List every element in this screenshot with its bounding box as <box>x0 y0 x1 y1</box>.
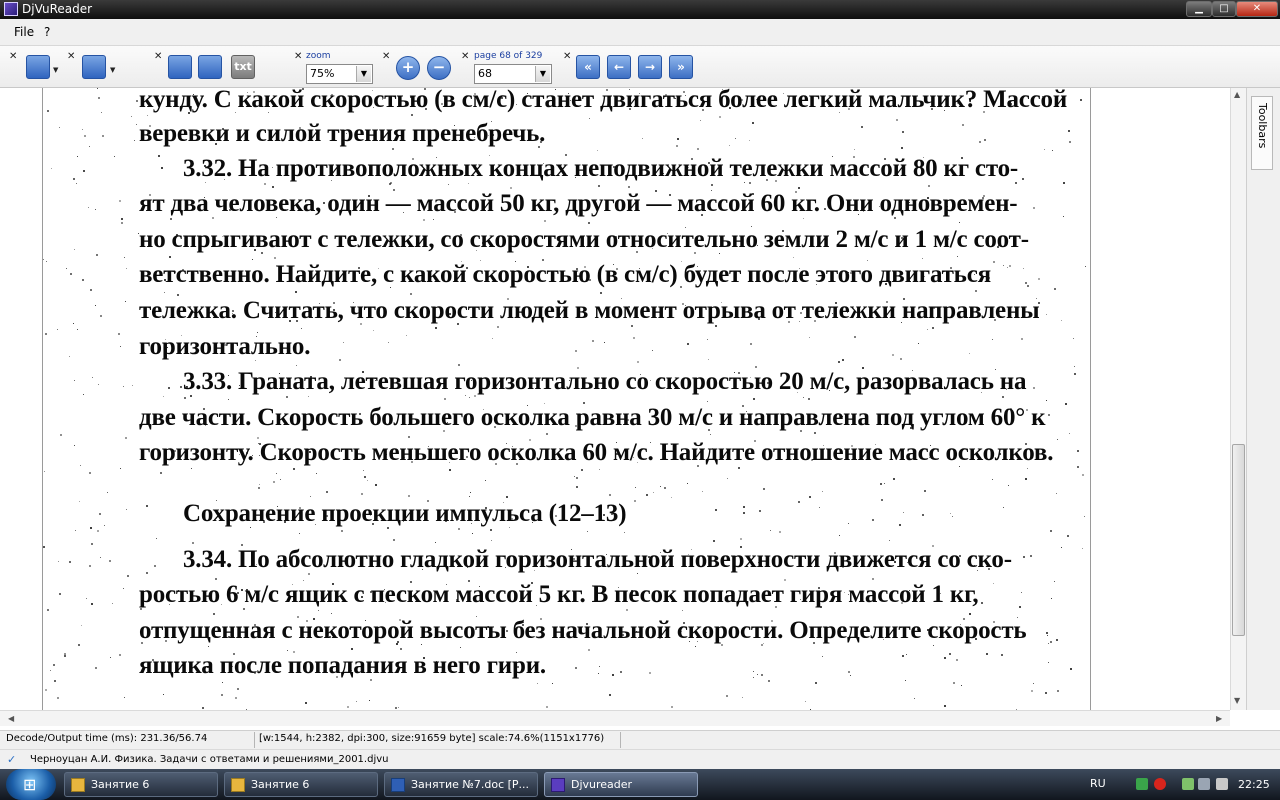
folder-icon <box>231 778 245 792</box>
toolbar-close-icon[interactable]: ✕ <box>154 51 162 62</box>
status-divider <box>254 732 255 748</box>
toolbar-close-icon[interactable]: ✕ <box>461 51 469 62</box>
network-tray-icon[interactable] <box>1136 778 1148 790</box>
taskbar-item[interactable]: Занятие 6 <box>64 772 218 797</box>
menu-bar: File ? <box>0 19 1280 46</box>
taskbar-item-label: Занятие №7.doc [Р... <box>411 778 530 791</box>
window-titlebar: DjVuReader ▁ □ ✕ <box>0 0 1280 19</box>
scroll-up-icon[interactable]: ▲ <box>1234 90 1240 99</box>
file-name[interactable]: Черноуцан А.И. Физика. Задачи с ответами… <box>30 754 388 765</box>
page-border-right <box>1090 88 1091 710</box>
taskbar: ⊞ Занятие 6 Занятие 6 Занятие №7.doc [Р.… <box>0 769 1280 800</box>
toolbar: ✕ ▼ ✕ ▼ ✕ txt ✕ zoom 75% ▼ ✕ + − ✕ page … <box>0 46 1280 88</box>
language-indicator[interactable]: RU <box>1090 777 1106 790</box>
chevron-down-icon[interactable]: ▼ <box>356 66 371 82</box>
page-select[interactable]: 68 ▼ <box>474 64 552 84</box>
toolbar-close-icon[interactable]: ✕ <box>563 51 571 62</box>
djvu-app-icon <box>4 2 18 16</box>
decode-time: Decode/Output time (ms): 231.36/56.74 <box>6 733 208 744</box>
toolbars-tab[interactable]: Toolbars <box>1251 96 1273 170</box>
side-panel: Toolbars <box>1246 88 1280 710</box>
toolbar-close-icon[interactable]: ✕ <box>294 51 302 62</box>
start-button[interactable]: ⊞ <box>6 769 56 800</box>
page-view-icon[interactable] <box>82 55 106 79</box>
section-heading: Сохранение проекции импульса (12–13) <box>183 500 627 527</box>
toolbar-close-icon[interactable]: ✕ <box>9 51 17 62</box>
system-tray: RU 22:25 <box>1080 769 1280 800</box>
battery-tray-icon[interactable] <box>1182 778 1194 790</box>
scroll-right-icon[interactable]: ▶ <box>1216 714 1222 723</box>
toolbar-close-icon[interactable]: ✕ <box>382 51 390 62</box>
text-mode-button[interactable]: txt <box>231 55 255 79</box>
document-viewport[interactable]: кунду. С какой скоростью (в см/с) станет… <box>0 88 1246 710</box>
select-area-icon[interactable] <box>168 55 192 79</box>
close-button[interactable]: ✕ <box>1236 1 1278 17</box>
menu-file[interactable]: File <box>14 25 34 39</box>
opera-tray-icon[interactable] <box>1154 778 1166 790</box>
taskbar-item-active[interactable]: Djvureader <box>544 772 698 797</box>
folder-icon <box>71 778 85 792</box>
text-line: ветственно. Найдите, с какой скоростью (… <box>139 261 991 288</box>
first-page-icon[interactable]: « <box>576 55 600 79</box>
text-line: но спрыгивают с тележки, со скоростями о… <box>139 226 1029 253</box>
file-bar: ✓ Черноуцан А.И. Физика. Задачи с ответа… <box>0 749 1280 769</box>
window-title: DjVuReader <box>22 2 93 16</box>
document-page: кунду. С какой скоростью (в см/с) станет… <box>43 88 1090 710</box>
text-line: ящика после попадания в него гири. <box>139 652 546 679</box>
chevron-down-icon[interactable]: ▼ <box>535 66 550 82</box>
text-line: веревки и силой трения пренебречь. <box>139 120 546 147</box>
zoom-in-icon[interactable]: + <box>396 56 420 80</box>
taskbar-item[interactable]: Занятие №7.doc [Р... <box>384 772 538 797</box>
zoom-select[interactable]: 75% ▼ <box>306 64 373 84</box>
toolbar-close-icon[interactable]: ✕ <box>67 51 75 62</box>
layout-mode-icon[interactable] <box>26 55 50 79</box>
previous-page-icon[interactable]: ← <box>607 55 631 79</box>
checkmark-icon: ✓ <box>7 753 17 766</box>
chevron-down-icon[interactable]: ▼ <box>53 66 58 74</box>
text-line: ростью 6 м/с ящик с песком массой 5 кг. … <box>139 581 979 608</box>
windows-logo-icon: ⊞ <box>23 775 37 794</box>
text-line: ят два человека, один — массой 50 кг, др… <box>139 190 1018 217</box>
text-line: горизонтально. <box>139 333 311 360</box>
text-line: тележка. Считать, что скорости людей в м… <box>139 297 1040 324</box>
taskbar-item-label: Занятие 6 <box>91 778 150 791</box>
status-divider <box>620 732 621 748</box>
text-line: 3.32. На противоположных концах неподвиж… <box>183 155 1018 182</box>
maximize-button[interactable]: □ <box>1212 1 1236 17</box>
image-mode-icon[interactable] <box>198 55 222 79</box>
taskbar-item[interactable]: Занятие 6 <box>224 772 378 797</box>
chevron-down-icon[interactable]: ▼ <box>110 66 115 74</box>
last-page-icon[interactable]: » <box>669 55 693 79</box>
page-value: 68 <box>478 67 492 80</box>
power-tray-icon[interactable] <box>1198 778 1210 790</box>
status-bar: Decode/Output time (ms): 231.36/56.74 [w… <box>0 730 1280 749</box>
scroll-thumb[interactable] <box>1232 444 1245 636</box>
text-line: отпущенная с некоторой высоты без началь… <box>139 617 1027 644</box>
horizontal-scrollbar[interactable]: ◀ ▶ <box>0 710 1230 726</box>
taskbar-item-label: Занятие 6 <box>251 778 310 791</box>
toolbars-tab-label: Toolbars <box>1256 103 1269 149</box>
minimize-button[interactable]: ▁ <box>1186 1 1212 17</box>
vertical-scrollbar[interactable]: ▲ ▼ <box>1230 88 1246 710</box>
zoom-label: zoom <box>306 51 331 61</box>
taskbar-item-label: Djvureader <box>571 778 633 791</box>
volume-tray-icon[interactable] <box>1216 778 1228 790</box>
page-label: page 68 of 329 <box>474 51 543 61</box>
zoom-out-icon[interactable]: − <box>427 56 451 80</box>
scroll-left-icon[interactable]: ◀ <box>8 714 14 723</box>
text-line: горизонту. Скорость меньшего осколка 60 … <box>139 439 1054 466</box>
text-line: 3.34. По абсолютно гладкой горизонтально… <box>183 546 1012 573</box>
scroll-down-icon[interactable]: ▼ <box>1234 696 1240 705</box>
clock[interactable]: 22:25 <box>1238 778 1270 791</box>
text-line: 3.33. Граната, летевшая горизонтально со… <box>183 368 1027 395</box>
text-line: кунду. С какой скоростью (в см/с) станет… <box>139 88 1068 113</box>
next-page-icon[interactable]: → <box>638 55 662 79</box>
word-document-icon <box>391 778 405 792</box>
menu-help[interactable]: ? <box>44 25 50 39</box>
image-info: [w:1544, h:2382, dpi:300, size:91659 byt… <box>259 733 605 744</box>
zoom-value: 75% <box>310 67 335 80</box>
text-line: две части. Скорость большего осколка рав… <box>139 404 1046 431</box>
djvu-app-icon <box>551 778 565 792</box>
